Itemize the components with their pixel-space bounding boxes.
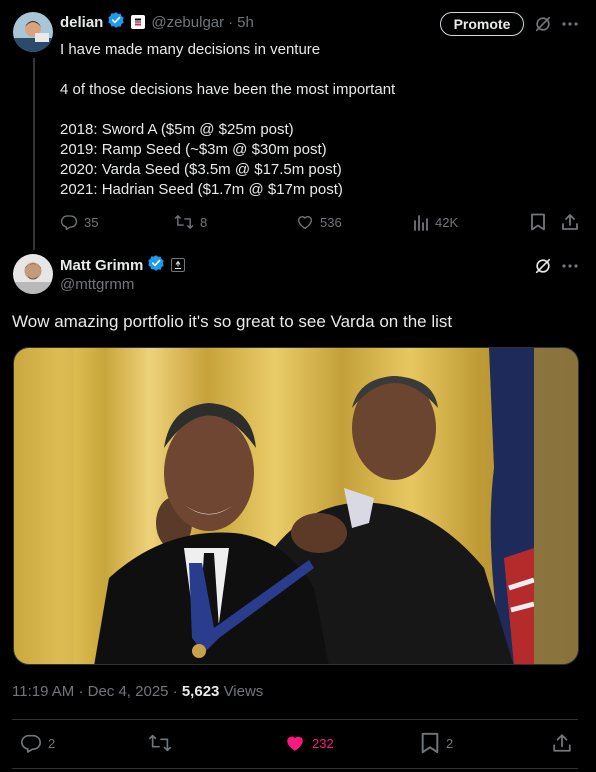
affiliate-badge-icon — [131, 15, 146, 29]
grok-icon[interactable] — [533, 256, 553, 276]
reply-views-count[interactable]: 5,623 — [182, 683, 220, 700]
reply-meta: 11:19 AM · Dec 4, 2025 · 5,623 Views — [12, 683, 263, 700]
separator-dot: · — [228, 13, 234, 31]
reply-author-handle[interactable]: @mttgrmm — [60, 276, 134, 293]
original-tweet-actions: 35 8 536 42K — [60, 210, 580, 234]
reply-count: 35 — [84, 214, 99, 230]
like-button[interactable]: 232 — [284, 732, 334, 754]
reply-button[interactable]: 2 — [20, 732, 55, 754]
promote-button[interactable]: Promote — [440, 12, 524, 36]
repost-count: 8 — [200, 214, 208, 230]
reply-count: 2 — [48, 735, 56, 751]
bookmark-count: 2 — [446, 735, 454, 751]
views-button[interactable]: 42K — [413, 213, 458, 231]
share-button[interactable] — [552, 732, 572, 754]
tweet-line: I have made many decisions in venture — [60, 41, 321, 58]
like-count: 536 — [320, 214, 342, 230]
repost-icon — [174, 215, 194, 229]
bookmark-button[interactable] — [530, 213, 546, 231]
verified-badge-icon — [107, 11, 125, 34]
bookmark-icon — [421, 732, 439, 754]
share-icon — [562, 214, 578, 230]
bookmark-icon — [531, 213, 545, 231]
reply-icon — [60, 215, 78, 231]
reply-views-label: Views — [223, 683, 264, 700]
views-icon — [414, 215, 428, 231]
like-icon — [287, 736, 303, 751]
original-tweet-header: delian @zebulgar · 5h — [60, 11, 254, 34]
original-author-avatar[interactable] — [13, 12, 53, 52]
affiliate-badge-icon — [171, 258, 186, 272]
reply-tweet-header: Matt Grimm — [60, 254, 186, 277]
verified-badge-icon — [147, 254, 165, 277]
bookmark-button[interactable]: 2 — [420, 732, 453, 754]
reply-author-avatar[interactable] — [13, 254, 53, 294]
reply-author-name[interactable]: Matt Grimm — [60, 257, 143, 274]
original-tweet-time[interactable]: 5h — [237, 14, 254, 31]
divider — [12, 719, 578, 720]
tweet-line: 2020: Varda Seed ($3.5m @ $17.5m post) — [60, 161, 342, 178]
divider — [12, 768, 578, 769]
grok-icon[interactable] — [533, 14, 553, 34]
separator-dot: · — [172, 683, 178, 700]
like-icon — [297, 216, 313, 230]
thread-connector-line — [33, 58, 35, 250]
original-author-name[interactable]: delian — [60, 14, 103, 31]
tweet-line: 4 of those decisions have been the most … — [60, 81, 396, 98]
reply-tweet-text: Wow amazing portfolio it's so great to s… — [12, 312, 453, 331]
repost-icon — [149, 734, 171, 752]
original-author-handle[interactable]: @zebulgar — [151, 14, 224, 31]
original-tweet-text: I have made many decisions in venture 4 … — [60, 40, 580, 200]
views-count: 42K — [435, 214, 459, 230]
reply-time[interactable]: 11:19 AM — [12, 683, 74, 700]
share-icon — [553, 734, 571, 752]
reply-media-image[interactable] — [13, 347, 579, 665]
separator-dot: · — [78, 683, 84, 700]
reply-tweet-actions: 2 232 2 — [12, 726, 578, 762]
like-button[interactable]: 536 — [296, 213, 342, 231]
share-button[interactable] — [561, 213, 579, 231]
reply-date[interactable]: Dec 4, 2025 — [88, 683, 169, 700]
more-icon[interactable] — [560, 14, 580, 34]
tweet-line: 2018: Sword A ($5m @ $25m post) — [60, 121, 294, 138]
reply-button[interactable]: 35 — [60, 213, 98, 231]
repost-button[interactable]: 8 — [174, 213, 207, 231]
reply-icon — [21, 734, 41, 753]
more-icon[interactable] — [560, 256, 580, 276]
tweet-line: 2021: Hadrian Seed ($1.7m @ $17m post) — [60, 181, 343, 198]
like-count: 232 — [312, 735, 334, 751]
tweet-line: 2019: Ramp Seed (~$3m @ $30m post) — [60, 141, 327, 158]
repost-button[interactable] — [148, 732, 172, 754]
